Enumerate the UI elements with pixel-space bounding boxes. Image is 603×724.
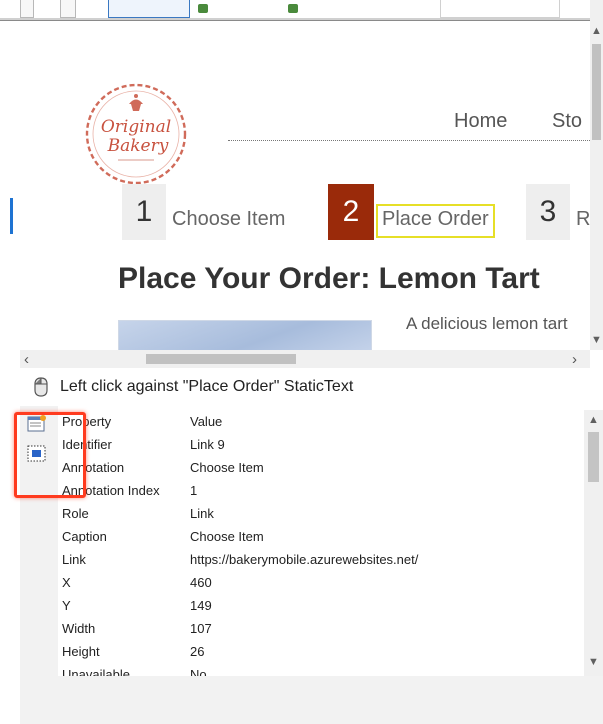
- value-column-header[interactable]: Value: [190, 414, 222, 429]
- original-bakery-logo[interactable]: Original Bakery: [82, 80, 190, 188]
- toolbar-button-2[interactable]: [60, 0, 76, 18]
- table-row[interactable]: Y 149: [58, 594, 584, 616]
- web-page-viewport: Original Bakery Home Sto 1 Choose Item 2…: [20, 22, 590, 350]
- table-row[interactable]: Role Link: [58, 502, 584, 524]
- top-toolbar: [0, 0, 603, 22]
- toolbar-green-icon[interactable]: [198, 4, 208, 13]
- table-row[interactable]: X 460: [58, 571, 584, 593]
- logo-text-line2: Bakery: [107, 136, 169, 156]
- properties-table: Property Value Identifier Link 9 Annotat…: [58, 410, 584, 676]
- property-value: Choose Item: [190, 460, 264, 475]
- scroll-left-icon[interactable]: ‹: [24, 351, 29, 368]
- property-name: Width: [62, 621, 96, 636]
- order-page-title: Place Your Order: Lemon Tart: [118, 262, 540, 295]
- toolbar-border: [0, 20, 590, 21]
- logo-text-line1: Original: [101, 117, 171, 137]
- scroll-down-icon[interactable]: ▼: [590, 334, 603, 346]
- property-name: Link: [62, 552, 86, 567]
- step-2-number[interactable]: 2: [328, 184, 374, 240]
- step-1-label[interactable]: Choose Item: [172, 208, 285, 231]
- properties-header-row: Property Value: [58, 410, 584, 432]
- properties-scroll-up-icon[interactable]: ▲: [587, 414, 600, 426]
- action-description-row: Left click against "Place Order" StaticT…: [0, 370, 603, 404]
- table-row[interactable]: Annotation Choose Item: [58, 456, 584, 478]
- table-row[interactable]: Link https://bakerymobile.azurewebsites.…: [58, 548, 584, 570]
- nav-link-home[interactable]: Home: [454, 110, 507, 133]
- property-name: Role: [62, 506, 89, 521]
- property-name: Unavailable: [62, 667, 130, 676]
- nav-divider: [228, 140, 590, 141]
- property-value: No: [190, 667, 207, 676]
- properties-scroll-down-icon[interactable]: ▼: [587, 656, 600, 668]
- property-value: 149: [190, 598, 212, 613]
- property-name: X: [62, 575, 71, 590]
- step-3-label[interactable]: R: [576, 208, 590, 231]
- table-row[interactable]: Caption Choose Item: [58, 525, 584, 547]
- step-1-number[interactable]: 1: [122, 184, 166, 240]
- page-horizontal-scroll-thumb[interactable]: [146, 354, 296, 364]
- property-value: 1: [190, 483, 198, 498]
- mouse-icon: [34, 377, 48, 397]
- action-description: Left click against "Place Order" StaticT…: [60, 378, 354, 395]
- table-row[interactable]: Width 107: [58, 617, 584, 639]
- properties-scroll-thumb[interactable]: [588, 432, 599, 482]
- table-row[interactable]: Annotation Index 1: [58, 479, 584, 501]
- table-row[interactable]: Unavailable No: [58, 663, 584, 676]
- table-row[interactable]: Height 26: [58, 640, 584, 662]
- step-2-label-highlighted[interactable]: Place Order: [376, 204, 495, 238]
- step-3-number[interactable]: 3: [526, 184, 570, 240]
- property-value: 107: [190, 621, 212, 636]
- scroll-right-icon[interactable]: ›: [572, 351, 577, 368]
- page-vertical-scroll-thumb[interactable]: [592, 44, 601, 140]
- property-name: Y: [62, 598, 71, 613]
- page-horizontal-scrollbar[interactable]: ‹ ›: [20, 350, 590, 368]
- property-name: Caption: [62, 529, 107, 544]
- properties-vertical-scrollbar[interactable]: ▲ ▼: [584, 410, 603, 676]
- left-selection-accent: [10, 198, 13, 234]
- product-image: [118, 320, 372, 350]
- table-row[interactable]: Identifier Link 9: [58, 433, 584, 455]
- toolbar-scroll-button[interactable]: [590, 0, 603, 22]
- toolbar-green-icon-2[interactable]: [288, 4, 298, 13]
- properties-footer-area: [58, 676, 603, 724]
- icon-highlight-box: [14, 412, 86, 498]
- property-value: Link 9: [190, 437, 225, 452]
- property-value: Link: [190, 506, 214, 521]
- property-value: https://bakerymobile.azurewebsites.net/: [190, 552, 419, 567]
- property-value: 26: [190, 644, 205, 659]
- property-name: Height: [62, 644, 100, 659]
- toolbar-button-1[interactable]: [20, 0, 34, 18]
- property-value: Choose Item: [190, 529, 264, 544]
- product-description: A delicious lemon tart: [406, 314, 568, 333]
- toolbar-search-field[interactable]: [440, 0, 560, 18]
- scroll-up-icon[interactable]: ▲: [590, 25, 603, 37]
- nav-link-store[interactable]: Sto: [552, 110, 582, 133]
- property-value: 460: [190, 575, 212, 590]
- toolbar-selected-field[interactable]: [108, 0, 190, 18]
- page-vertical-scrollbar[interactable]: ▲ ▼: [590, 22, 603, 350]
